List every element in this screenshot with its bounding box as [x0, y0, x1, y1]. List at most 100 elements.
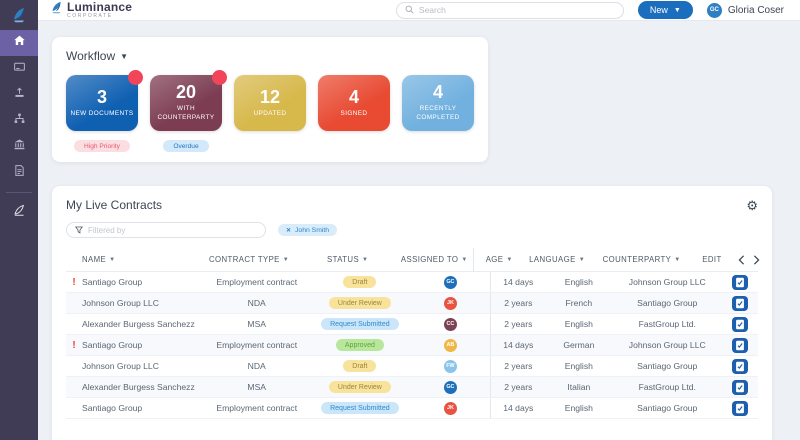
cell-language: Italian [567, 382, 591, 392]
sidebar-item-home[interactable] [0, 30, 38, 56]
filter-bar[interactable] [66, 222, 266, 238]
cell-age: 2 years [490, 377, 545, 397]
status-pill: Under Review [328, 381, 391, 393]
cell-status: Request Submitted [309, 398, 410, 418]
table-row[interactable]: Johnson Group LLC NDA Under Review JK 2 year… [66, 293, 758, 314]
cell-contract-type: Employment contract [216, 340, 298, 350]
sidebar-item-upload[interactable] [0, 82, 38, 108]
cell-status: Draft [309, 272, 410, 292]
cell-language: English [564, 277, 593, 287]
cell-assigned-to: AB [410, 335, 490, 355]
assignee-avatar: FW [443, 359, 457, 373]
cell-status: Approved [309, 335, 410, 355]
notes-icon [13, 164, 26, 182]
edit-document-button[interactable] [731, 274, 748, 290]
sidebar-item-cards[interactable] [0, 56, 38, 82]
sidebar-divider [6, 192, 32, 193]
assignee-avatar: CC [443, 317, 457, 331]
column-header-age[interactable]: AGE ▼ [472, 248, 525, 271]
cell-counterparty: Santiago Group [637, 361, 698, 371]
filter-input[interactable] [88, 225, 257, 235]
edit-document-button[interactable] [731, 337, 748, 353]
workflow-card[interactable]: 12 UPDATED [234, 75, 306, 131]
table-row[interactable]: Johnson Group LLC NDA Draft FW 2 years Englis… [66, 356, 758, 377]
table-row[interactable]: ! Santiago Group Employment contract Draft G… [66, 272, 758, 293]
table-row[interactable]: ! Santiago Group Employment contract Approv… [66, 335, 758, 356]
edit-document-button[interactable] [731, 400, 748, 416]
sidebar-item-sail[interactable] [0, 199, 38, 225]
edit-document-button[interactable] [731, 316, 748, 332]
workflow-card-label: WITH COUNTERPARTY [157, 105, 215, 121]
cell-edit [722, 314, 758, 334]
assignee-avatar: GC [443, 380, 457, 394]
next-page-button[interactable] [753, 255, 760, 265]
table-row[interactable]: Santiago Group Employment contract Request… [66, 398, 758, 419]
table-row[interactable]: Alexander Burgess Sanchezz MSA Under Revie… [66, 377, 758, 398]
edit-document-button[interactable] [731, 379, 748, 395]
sidebar-item-org-chart[interactable] [0, 108, 38, 134]
previous-page-button[interactable] [738, 255, 745, 265]
funnel-icon [74, 221, 84, 239]
user-menu[interactable]: GC Gloria Coser [706, 2, 784, 18]
chevron-down-icon: ▼ [673, 6, 681, 14]
workflow-card[interactable]: 4 RECENTLY COMPLETED [402, 75, 474, 131]
cell-name: Alexander Burgess Sanchezz [82, 382, 195, 392]
cell-language: English [564, 403, 593, 413]
brand-name: Luminance [67, 0, 133, 14]
row-alert-icon [66, 398, 82, 418]
workflow-card-count: 12 [259, 86, 281, 107]
cell-age: 2 years [490, 293, 545, 313]
search-input[interactable] [418, 5, 615, 15]
cell-contract-type: Employment contract [216, 277, 298, 287]
workflow-card-group: 4 SIGNED [318, 75, 390, 152]
cell-counterparty: FastGroup Ltd. [638, 382, 696, 392]
sidebar-item-notes[interactable] [0, 160, 38, 186]
assignee-avatar: GC [443, 275, 457, 289]
workflow-card[interactable]: 3 NEW DOCUMENTS [66, 70, 143, 131]
cell-assigned-to: CC [410, 314, 490, 334]
workflow-title-dropdown[interactable]: Workflow ▼ [66, 49, 474, 63]
status-pill: Request Submitted [321, 402, 399, 414]
workflow-card[interactable]: 20 WITH COUNTERPARTY [150, 70, 227, 131]
user-avatar: GC [706, 2, 722, 18]
sort-icon: ▼ [674, 256, 681, 263]
edit-document-button[interactable] [731, 295, 748, 311]
workflow-card[interactable]: 4 SIGNED [318, 75, 390, 131]
cell-assigned-to: GC [410, 377, 490, 397]
workflow-tag[interactable]: Overdue [163, 140, 209, 152]
row-alert-icon: ! [72, 339, 76, 351]
row-alert-icon [66, 356, 82, 376]
gear-icon[interactable]: ⚙ [746, 199, 758, 212]
column-header-language[interactable]: LANGUAGE ▼ [525, 248, 589, 271]
cell-age: 14 days [490, 335, 545, 355]
cell-language: English [564, 319, 593, 329]
column-header-contract-type[interactable]: CONTRACT TYPE ▼ [199, 248, 300, 271]
sidebar-item-bank[interactable] [0, 134, 38, 160]
workflow-card-group: 3 NEW DOCUMENTS High Priority [66, 70, 143, 152]
column-header-counterparty[interactable]: COUNTERPARTY ▼ [589, 248, 694, 271]
column-header-assigned-to[interactable]: ASSIGNED TO ▼ [396, 248, 473, 271]
main-content: Workflow ▼ 3 NEW DOCUMENTS High Priority 20… [38, 21, 800, 440]
workflow-card-label: RECENTLY COMPLETED [416, 105, 460, 121]
table-row[interactable]: Alexander Burgess Sanchezz MSA Request Sub… [66, 314, 758, 335]
workflow-tag[interactable]: High Priority [74, 140, 130, 152]
workflow-card-group: 12 UPDATED [234, 75, 306, 152]
cell-name: Santiago Group [82, 340, 143, 350]
workflow-card-label: SIGNED [340, 109, 368, 117]
home-icon [13, 34, 26, 52]
status-pill: Draft [343, 276, 377, 288]
header-alert-spacer [66, 248, 82, 271]
cell-assigned-to: GC [410, 272, 490, 292]
edit-document-button[interactable] [731, 358, 748, 374]
column-header-status[interactable]: STATUS ▼ [299, 248, 396, 271]
user-name: Gloria Coser [727, 4, 784, 16]
cell-contract-type: MSA [247, 382, 267, 392]
column-header-name[interactable]: NAME ▼ [82, 248, 199, 271]
row-alert-icon [66, 293, 82, 313]
search-bar[interactable] [395, 1, 624, 19]
brand-sail-icon [50, 0, 63, 20]
cell-counterparty: Johnson Group LLC [628, 340, 706, 350]
workflow-card-label: NEW DOCUMENTS [70, 109, 134, 117]
filter-chip[interactable]: ✕ John Smith [278, 224, 338, 236]
new-button[interactable]: New ▼ [637, 1, 693, 19]
